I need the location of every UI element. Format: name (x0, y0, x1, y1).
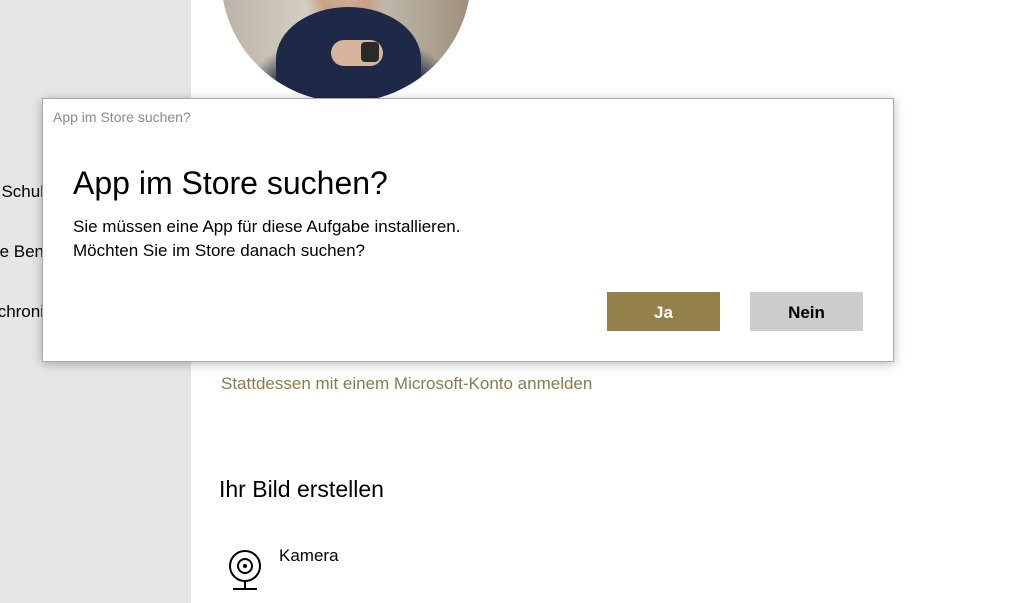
sidebar-item-users[interactable]: e Ben (0, 237, 44, 267)
camera-label: Kamera (279, 546, 339, 565)
avatar-photo-watch (361, 42, 379, 62)
camera-option[interactable]: Kamera (227, 544, 387, 592)
sidebar-item-label: e Ben (0, 242, 44, 261)
store-search-dialog: App im Store suchen? App im Store suchen… (42, 98, 894, 362)
sidebar-item-school[interactable]: Schul (0, 177, 44, 207)
no-button[interactable]: Nein (750, 292, 863, 331)
dialog-message: Sie müssen eine App für diese Aufgabe in… (73, 215, 460, 263)
dialog-title: App im Store suchen? (73, 165, 388, 201)
yes-button[interactable]: Ja (607, 292, 720, 331)
create-picture-heading: Ihr Bild erstellen (219, 476, 384, 502)
sidebar-item-sync[interactable]: chroni (0, 297, 44, 327)
dialog-message-line-1: Sie müssen eine App für diese Aufgabe in… (73, 217, 461, 236)
camera-icon (229, 550, 261, 590)
dialog-message-line-2: Möchten Sie im Store danach suchen? (73, 241, 366, 260)
sidebar-item-label: chroni (0, 302, 44, 321)
dialog-caption: App im Store suchen? (53, 109, 191, 125)
sidebar-item-label: Schul (1, 182, 44, 201)
microsoft-account-link[interactable]: Stattdessen mit einem Microsoft-Konto an… (221, 374, 592, 394)
avatar (221, 0, 471, 102)
